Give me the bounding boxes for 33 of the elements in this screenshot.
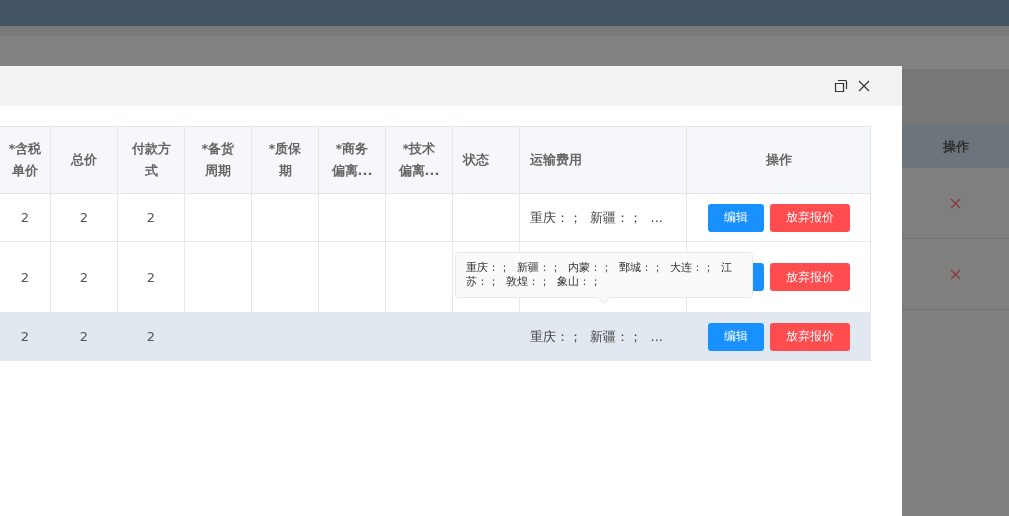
column-header: 总价 xyxy=(69,151,98,169)
close-icon[interactable] xyxy=(858,80,870,92)
edit-button[interactable]: 编辑 xyxy=(707,203,764,232)
table-row[interactable]: 2 2 2 放弃报价 重庆：； 新疆：； 内蒙：； 鄄城：； 大连：； 江苏：； 敦煌：； 象山：； xyxy=(0,242,871,313)
column-header: *含税单价 xyxy=(7,140,43,180)
table-cell: 2 xyxy=(20,329,30,344)
table-row[interactable]: 2 2 2 重庆：； 新疆：； ... 编辑 放弃报价 xyxy=(0,313,871,361)
column-header: *商务偏离... xyxy=(331,140,373,180)
table-cell: 2 xyxy=(79,269,89,285)
tooltip-text: 重庆：； 新疆：； 内蒙：； 鄄城：； 大连：； 江苏：； 敦煌：； 象山：； xyxy=(466,261,733,289)
column-header: 付款方式 xyxy=(130,140,172,180)
column-header: 状态 xyxy=(463,151,489,169)
table-cell: 2 xyxy=(79,210,89,225)
table-cell: 2 xyxy=(20,210,30,225)
table-cell: 重庆：； 新疆：； ... xyxy=(530,327,663,346)
abandon-quote-button[interactable]: 放弃报价 xyxy=(769,322,850,351)
column-header: *质保期 xyxy=(267,140,303,180)
abandon-quote-button[interactable]: 放弃报价 xyxy=(769,203,850,232)
column-header: *技术偏离... xyxy=(398,140,440,180)
table-cell: 2 xyxy=(146,210,156,225)
table-cell: 2 xyxy=(20,269,30,285)
table-row[interactable]: 2 2 2 重庆：； 新疆：； ... 编辑 放弃报价 xyxy=(0,194,871,242)
column-header: *备货周期 xyxy=(200,140,236,180)
column-header: 操作 xyxy=(942,137,969,156)
table-cell: 2 xyxy=(146,269,156,285)
restore-icon[interactable] xyxy=(834,79,848,93)
table-cell: 2 xyxy=(79,329,89,344)
table-cell: 2 xyxy=(146,329,156,344)
abandon-quote-button[interactable]: 放弃报价 xyxy=(769,263,850,291)
edit-button[interactable]: 编辑 xyxy=(707,322,764,351)
table-cell: 重庆：； 新疆：； ... xyxy=(530,208,663,227)
column-header: 运输费用 xyxy=(530,151,582,169)
column-header: 操作 xyxy=(765,151,792,169)
